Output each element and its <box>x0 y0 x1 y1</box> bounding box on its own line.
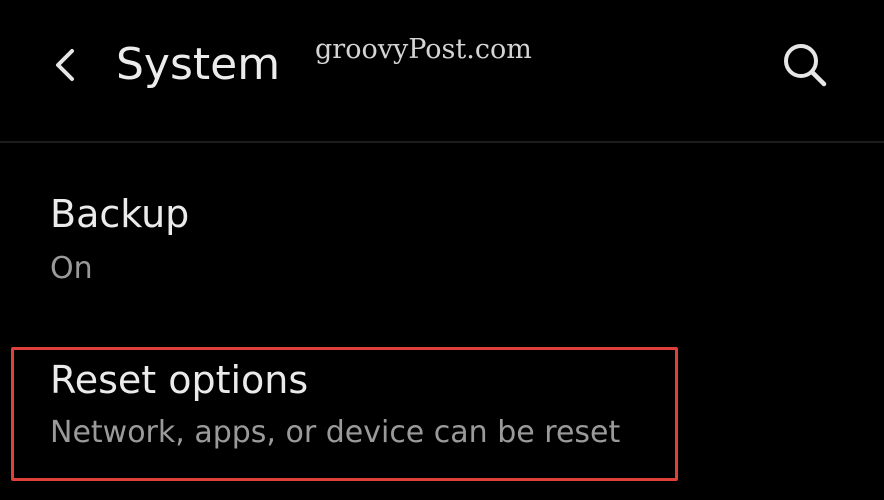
item-summary: On <box>50 251 93 286</box>
settings-item-reset-options[interactable]: Reset options Network, apps, or device c… <box>0 340 884 480</box>
chevron-left-icon <box>50 45 80 89</box>
app-bar: System groovyPost.com <box>0 0 884 142</box>
item-summary: Network, apps, or device can be reset <box>50 415 621 450</box>
watermark: groovyPost.com <box>315 34 532 65</box>
header-divider <box>0 141 884 143</box>
page-title: System <box>116 39 281 90</box>
item-title: Backup <box>50 192 190 236</box>
settings-item-backup[interactable]: Backup On <box>0 176 884 296</box>
search-icon <box>780 40 830 94</box>
back-button[interactable] <box>38 40 92 94</box>
search-button[interactable] <box>776 38 834 96</box>
item-title: Reset options <box>50 358 309 402</box>
